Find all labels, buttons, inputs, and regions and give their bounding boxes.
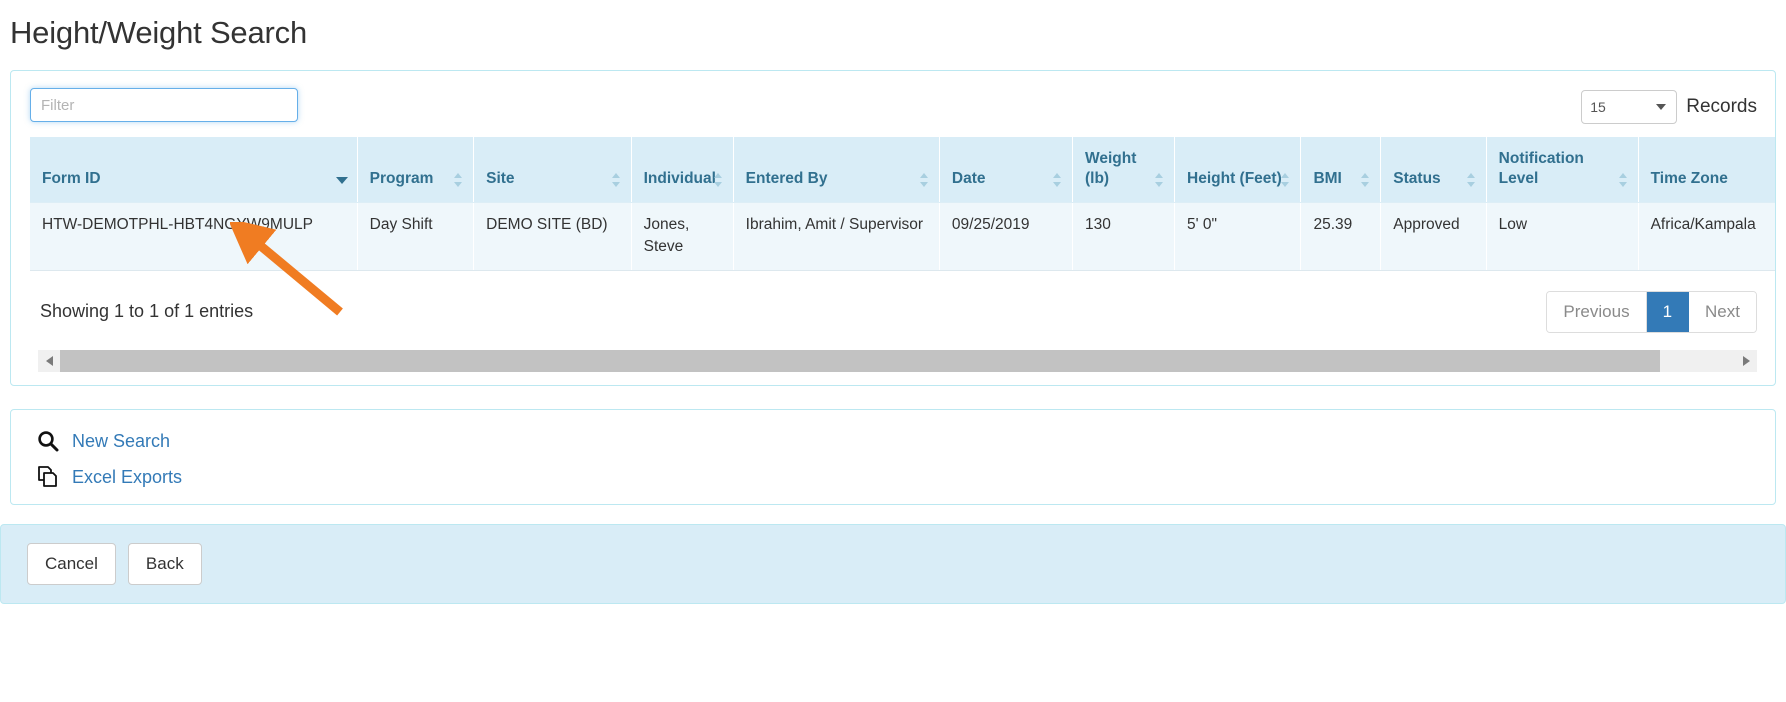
column-header-label: Form ID bbox=[42, 169, 101, 187]
column-header-program[interactable]: Program bbox=[357, 137, 475, 203]
sort-icon[interactable] bbox=[1281, 172, 1290, 187]
search-icon bbox=[38, 431, 59, 452]
cell-status: Approved bbox=[1380, 202, 1487, 271]
pagination: Previous 1 Next bbox=[1546, 290, 1757, 333]
sort-icon[interactable] bbox=[454, 172, 463, 187]
column-header-form-id[interactable]: Form ID bbox=[30, 137, 358, 203]
column-header-notification-level[interactable]: Notification Level bbox=[1486, 137, 1639, 203]
excel-exports-label: Excel Exports bbox=[72, 466, 183, 487]
column-header-label: Individual bbox=[643, 169, 716, 187]
cell-notification-level: Low bbox=[1486, 202, 1639, 271]
cell-height: 5' 0" bbox=[1174, 202, 1302, 271]
sort-icon[interactable] bbox=[919, 172, 929, 187]
records-select-value: 15 bbox=[1590, 99, 1606, 116]
pagination-next-button[interactable]: Next bbox=[1689, 291, 1756, 332]
cell-program: Day Shift bbox=[357, 202, 475, 271]
column-header-label: Weight (lb) bbox=[1085, 150, 1137, 187]
table-header-row: Form ID Program Site Individual Entered … bbox=[30, 137, 1775, 203]
search-results-panel: 15 Records Form ID Progra bbox=[10, 70, 1776, 387]
sort-descending-icon[interactable] bbox=[335, 173, 348, 187]
cell-individual: Jones, Steve bbox=[631, 202, 734, 271]
records-control: 15 Records bbox=[1581, 90, 1757, 125]
table-footer: Showing 1 to 1 of 1 entries Previous 1 N… bbox=[11, 271, 1775, 333]
new-search-link[interactable]: New Search bbox=[36, 429, 170, 453]
table-scroll-container: Form ID Program Site Individual Entered … bbox=[11, 137, 1775, 271]
sort-icon[interactable] bbox=[611, 172, 621, 187]
cell-weight: 130 bbox=[1072, 202, 1176, 271]
records-label: Records bbox=[1686, 96, 1757, 118]
cell-site: DEMO SITE (BD) bbox=[473, 202, 632, 271]
column-header-label: BMI bbox=[1313, 169, 1342, 187]
chevron-down-icon bbox=[1656, 104, 1667, 111]
column-header-time-zone[interactable]: Time Zone bbox=[1638, 137, 1775, 203]
showing-entries-text: Showing 1 to 1 of 1 entries bbox=[40, 301, 254, 322]
sort-icon[interactable] bbox=[1618, 172, 1628, 187]
pagination-previous-button[interactable]: Previous bbox=[1547, 291, 1647, 332]
back-button[interactable]: Back bbox=[127, 543, 202, 586]
sort-icon[interactable] bbox=[1053, 172, 1062, 187]
table-row[interactable]: HTW-DEMOTPHL-HBT4NGYW9MULP Day Shift DEM… bbox=[30, 202, 1775, 271]
new-search-label: New Search bbox=[72, 430, 171, 451]
column-header-label: Entered By bbox=[745, 169, 828, 187]
sort-icon[interactable] bbox=[1155, 172, 1164, 187]
excel-exports-link[interactable]: Excel Exports bbox=[36, 465, 182, 489]
column-header-label: Notification Level bbox=[1498, 150, 1584, 187]
scroll-left-arrow-icon[interactable] bbox=[38, 350, 60, 373]
copy-pages-icon bbox=[38, 466, 57, 488]
column-header-individual[interactable]: Individual bbox=[631, 137, 734, 203]
cell-entered-by: Ibrahim, Amit / Supervisor bbox=[733, 202, 940, 271]
column-header-label: Status bbox=[1393, 169, 1441, 187]
sort-icon[interactable] bbox=[713, 172, 723, 187]
page-title: Height/Weight Search bbox=[10, 15, 307, 50]
column-header-status[interactable]: Status bbox=[1380, 137, 1487, 203]
sort-icon[interactable] bbox=[1466, 172, 1476, 187]
column-header-label: Time Zone bbox=[1650, 169, 1728, 187]
column-header-bmi[interactable]: BMI bbox=[1300, 137, 1382, 203]
column-header-height[interactable]: Height (Feet) bbox=[1174, 137, 1302, 203]
actions-links-panel: New Search Excel Exports bbox=[10, 409, 1776, 506]
column-header-date[interactable]: Date bbox=[939, 137, 1074, 203]
column-header-label: Height (Feet) bbox=[1187, 169, 1282, 187]
cell-bmi: 25.39 bbox=[1300, 202, 1382, 271]
cancel-button[interactable]: Cancel bbox=[27, 543, 116, 586]
column-header-site[interactable]: Site bbox=[473, 137, 632, 203]
sort-icon[interactable] bbox=[1361, 172, 1370, 187]
scrollbar-thumb[interactable] bbox=[60, 350, 1660, 373]
cell-time-zone: Africa/Kampala bbox=[1638, 202, 1775, 271]
column-header-label: Site bbox=[486, 169, 515, 187]
column-header-label: Program bbox=[369, 169, 434, 187]
pagination-page-1-button[interactable]: 1 bbox=[1646, 291, 1690, 332]
results-table: Form ID Program Site Individual Entered … bbox=[30, 137, 1775, 271]
column-header-label: Date bbox=[951, 169, 986, 187]
scrollbar-track[interactable] bbox=[60, 350, 1735, 373]
filter-input[interactable] bbox=[30, 88, 298, 123]
horizontal-scrollbar[interactable] bbox=[38, 350, 1757, 373]
column-header-entered-by[interactable]: Entered By bbox=[733, 137, 940, 203]
action-bar: Cancel Back bbox=[0, 524, 1786, 605]
cell-form-id[interactable]: HTW-DEMOTPHL-HBT4NGYW9MULP bbox=[30, 202, 358, 271]
records-per-page-select[interactable]: 15 bbox=[1581, 90, 1678, 125]
scroll-right-arrow-icon[interactable] bbox=[1735, 350, 1757, 373]
cell-date: 09/25/2019 bbox=[939, 202, 1074, 271]
table-controls: 15 Records bbox=[11, 71, 1775, 125]
column-header-weight[interactable]: Weight (lb) bbox=[1072, 137, 1176, 203]
